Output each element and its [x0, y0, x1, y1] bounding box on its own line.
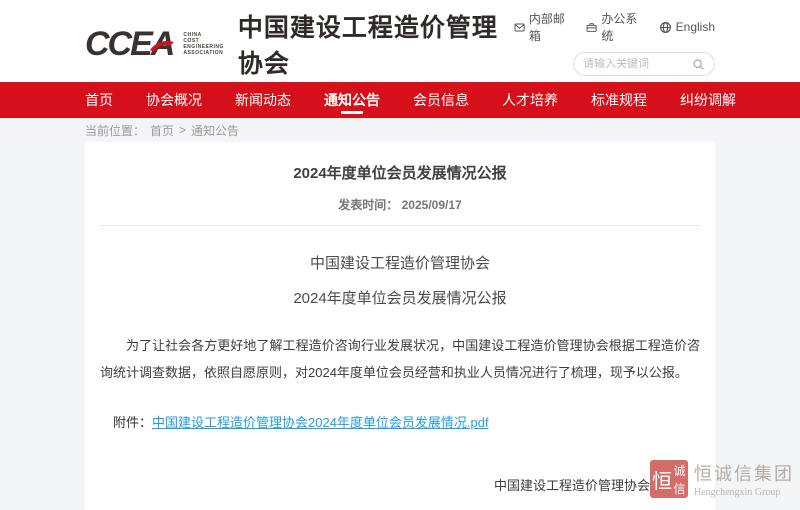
- search-input[interactable]: [583, 58, 692, 70]
- english-link[interactable]: English: [659, 10, 715, 44]
- nav-item-talent-training[interactable]: 人才培养: [502, 82, 558, 118]
- document-paragraph: 为了让社会各方更好地了解工程造价咨询行业发展状况，中国建设工程造价管理协会根据工…: [99, 332, 701, 386]
- breadcrumb-bar: 当前位置： 首页 > 通知公告: [0, 118, 800, 142]
- breadcrumb-prefix: 当前位置：: [85, 122, 145, 139]
- nav-item-dispute-mediation[interactable]: 纠纷调解: [680, 82, 736, 118]
- nav-item-home[interactable]: 首页: [85, 82, 113, 118]
- document-org-heading: 中国建设工程造价管理协会: [99, 252, 701, 273]
- attachment-label: 附件：: [113, 415, 152, 430]
- office-system-link[interactable]: 办公系统: [586, 10, 643, 44]
- mail-icon: [514, 21, 525, 34]
- breadcrumb-home-link[interactable]: 首页: [150, 122, 174, 139]
- attachment-pdf-link[interactable]: 中国建设工程造价管理协会2024年度单位会员发展情况.pdf: [152, 415, 489, 430]
- breadcrumb-current: 通知公告: [191, 122, 239, 139]
- nav-item-news[interactable]: 新闻动态: [235, 82, 291, 118]
- document-title-heading: 2024年度单位会员发展情况公报: [99, 287, 701, 308]
- site-header: CCEA CHINA COST ENGINEERING ASSOCIATION …: [0, 0, 800, 82]
- quick-link-label: 内部邮箱: [529, 10, 570, 44]
- quick-link-label: English: [676, 20, 715, 34]
- article-card: 2024年度单位会员发展情况公报 发表时间： 2025/09/17 中国建设工程…: [85, 142, 715, 510]
- title-divider: [99, 225, 701, 226]
- search-icon[interactable]: [692, 58, 705, 71]
- publish-date: 发表时间： 2025/09/17: [99, 196, 701, 213]
- internal-mail-link[interactable]: 内部邮箱: [514, 10, 571, 44]
- article-title: 2024年度单位会员发展情况公报: [99, 162, 701, 183]
- logo-subtext-line: ASSOCIATION: [183, 50, 224, 56]
- nav-item-standards[interactable]: 标准规程: [591, 82, 647, 118]
- nav-item-notices[interactable]: 通知公告: [324, 82, 380, 118]
- site-logo[interactable]: CCEA CHINA COST ENGINEERING ASSOCIATION …: [85, 0, 514, 82]
- header-quick-links: 内部邮箱 办公系统 English: [514, 10, 715, 44]
- signature-block: 中国建设工程造价管理协会 2025年9月17日: [447, 475, 697, 510]
- globe-icon: [659, 21, 672, 34]
- signature-org: 中国建设工程造价管理协会: [447, 475, 697, 494]
- logo-subtext: CHINA COST ENGINEERING ASSOCIATION: [183, 32, 224, 56]
- logo-acronym: CCEA: [85, 25, 173, 63]
- org-name-title: 中国建设工程造价管理协会: [238, 8, 514, 80]
- quick-link-label: 办公系统: [601, 10, 642, 44]
- header-search-box: [573, 52, 715, 76]
- attachment-row: 附件：中国建设工程造价管理协会2024年度单位会员发展情况.pdf: [99, 412, 701, 431]
- nav-item-association-overview[interactable]: 协会概况: [146, 82, 202, 118]
- breadcrumb: 当前位置： 首页 > 通知公告: [85, 122, 715, 139]
- ccea-logo: CCEA: [85, 27, 173, 61]
- main-nav: 首页 协会概况 新闻动态 通知公告 会员信息 人才培养 标准规程 纠纷调解: [0, 82, 800, 118]
- briefcase-icon: [586, 21, 597, 34]
- nav-item-member-info[interactable]: 会员信息: [413, 82, 469, 118]
- breadcrumb-separator: >: [179, 123, 186, 137]
